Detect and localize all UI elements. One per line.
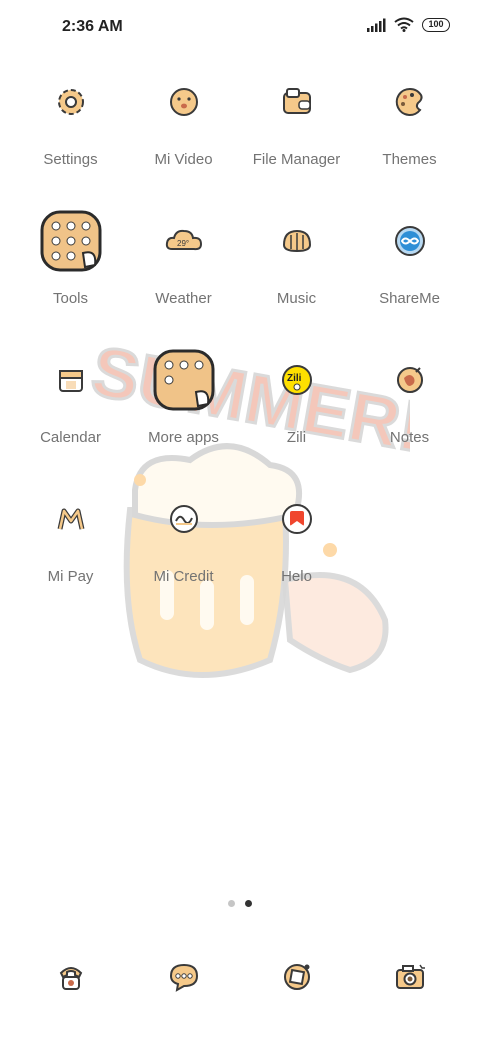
app-label: Tools <box>52 290 89 307</box>
face-icon <box>169 88 198 116</box>
dock-messages[interactable] <box>152 945 216 1009</box>
app-label: Mi Video <box>154 151 213 168</box>
app-notes[interactable]: Notes <box>353 348 466 446</box>
zili-badge: Zili <box>287 373 302 384</box>
app-calendar[interactable]: Calendar <box>14 348 127 446</box>
mipay-icon <box>57 508 84 530</box>
battery-icon: 100 <box>422 17 450 32</box>
app-themes[interactable]: Themes <box>353 70 466 168</box>
dock-phone[interactable] <box>39 945 103 1009</box>
app-label: ShareMe <box>379 290 440 307</box>
app-label: Calendar <box>40 429 101 446</box>
battery-level: 100 <box>428 19 444 29</box>
folder-grid-icon <box>40 210 101 272</box>
weather-temp: 29° <box>177 239 189 248</box>
page-indicator[interactable] <box>0 900 480 907</box>
app-label: Weather <box>155 290 212 307</box>
app-label: Helo <box>281 568 312 585</box>
phone-icon <box>59 967 83 990</box>
micredit-icon <box>169 505 198 533</box>
app-label: Notes <box>389 429 430 446</box>
app-label: Zili <box>286 429 307 446</box>
app-label: Music <box>276 290 317 307</box>
page-dot-1[interactable] <box>228 900 235 907</box>
app-mi-video[interactable]: Mi Video <box>127 70 240 168</box>
page-dot-2-active[interactable] <box>245 900 252 907</box>
signal-icon <box>367 18 386 32</box>
app-more-apps[interactable]: More apps <box>127 348 240 446</box>
app-label: Mi Pay <box>47 568 94 585</box>
app-label: Settings <box>43 151 98 168</box>
app-tools[interactable]: Tools <box>14 209 127 307</box>
app-zili[interactable]: Zili Zili <box>240 348 353 446</box>
browser-icon <box>284 964 310 990</box>
app-helo[interactable]: Helo <box>240 487 353 585</box>
status-icons: 100 <box>366 17 450 32</box>
camera-icon <box>396 964 425 989</box>
app-weather[interactable]: 29° Weather <box>127 209 240 307</box>
dock-browser[interactable] <box>265 945 329 1009</box>
folder-grid-icon <box>153 349 214 411</box>
messages-icon <box>169 963 199 992</box>
app-mi-pay[interactable]: Mi Pay <box>14 487 127 585</box>
bread-icon <box>282 229 311 253</box>
app-label: More apps <box>148 429 219 446</box>
app-settings[interactable]: Settings <box>14 70 127 168</box>
calendar-icon <box>58 370 83 392</box>
notes-icon <box>396 367 423 393</box>
dock <box>0 945 480 1005</box>
status-bar: 2:36 AM 100 <box>0 0 480 56</box>
shareme-icon <box>394 226 425 256</box>
app-label: Themes <box>382 151 437 168</box>
zili-icon: Zili <box>281 365 312 395</box>
wifi-icon <box>394 17 414 32</box>
gear-icon <box>57 89 84 115</box>
app-shareme[interactable]: ShareMe <box>353 209 466 307</box>
palette-icon <box>395 87 423 116</box>
app-music[interactable]: Music <box>240 209 353 307</box>
dock-camera[interactable] <box>378 945 442 1009</box>
app-mi-credit[interactable]: Mi Credit <box>127 487 240 585</box>
app-file-manager[interactable]: File Manager <box>240 70 353 168</box>
app-label: Mi Credit <box>153 568 214 585</box>
status-time: 2:36 AM <box>62 18 123 35</box>
app-label: File Manager <box>252 151 341 168</box>
folder-icon <box>282 88 311 114</box>
helo-icon <box>281 504 312 534</box>
cloud-icon: 29° <box>165 229 202 251</box>
